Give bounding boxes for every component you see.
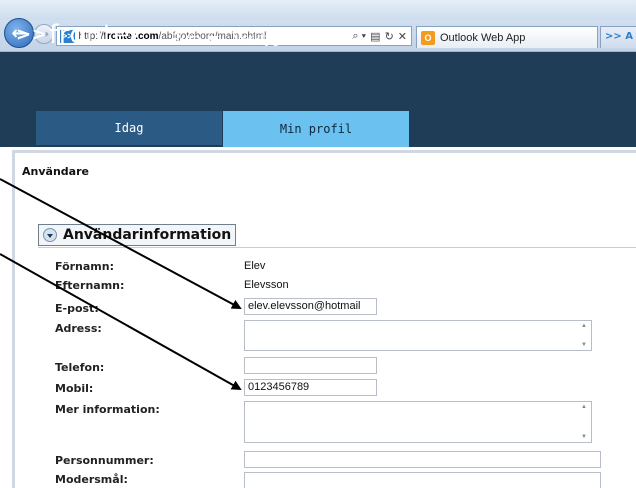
- address-field[interactable]: ▲ ▼: [244, 320, 592, 351]
- logo-text: fronter: [49, 20, 142, 50]
- scroll-down-icon: ▼: [581, 342, 587, 348]
- personnummer-field[interactable]: [244, 451, 601, 468]
- group-title: Användarinformation: [63, 227, 232, 243]
- label-modersmal: Modersmål:: [55, 473, 128, 486]
- phone-field[interactable]: [244, 357, 377, 374]
- label-mer-information: Mer information:: [55, 403, 160, 416]
- page-title: Användare: [22, 165, 89, 178]
- fronter-logo[interactable]: >>fronter: [16, 20, 141, 50]
- menu-rum-label: Rum: [171, 30, 201, 46]
- logo-arrows-icon: >>: [16, 24, 48, 45]
- stop-icon[interactable]: ✕: [398, 30, 407, 43]
- label-efternamn: Efternamn:: [55, 279, 125, 292]
- browser-tab-outlook[interactable]: O Outlook Web App: [416, 26, 598, 48]
- compatibility-icon[interactable]: ▤: [370, 30, 380, 43]
- chevron-down-icon: [285, 35, 298, 43]
- label-fornamn: Förnamn:: [55, 260, 114, 273]
- scroll-up-icon: ▲: [581, 323, 587, 329]
- scrollbar[interactable]: ▲ ▼: [579, 323, 589, 348]
- outlook-icon: O: [421, 30, 435, 45]
- label-epost: E-post:: [55, 302, 99, 315]
- group-header: Användarinformation: [38, 224, 636, 248]
- label-telefon: Telefon:: [55, 361, 105, 374]
- menu-verktyg-label: Verktyg: [233, 30, 280, 46]
- chevron-down-icon: [206, 35, 219, 43]
- group-toggle[interactable]: Användarinformation: [38, 224, 237, 246]
- label-adress: Adress:: [55, 322, 102, 335]
- browser-tab-next[interactable]: >> A: [600, 26, 636, 48]
- email-field[interactable]: elev.elevsson@hotmail: [244, 298, 377, 315]
- tab-min-profil[interactable]: Min profil: [223, 111, 409, 147]
- address-tools: ⌕ ▾ ▤ ↻ ✕: [352, 30, 411, 43]
- scroll-down-icon: ▼: [581, 434, 587, 440]
- scroll-up-icon: ▲: [581, 404, 587, 410]
- label-personnummer: Personnummer:: [55, 454, 154, 467]
- value-fornamn: Elev: [244, 260, 266, 272]
- label-mobil: Mobil:: [55, 382, 94, 395]
- menu-verktyg[interactable]: Verktyg: [233, 30, 298, 46]
- browser-tab-label: Outlook Web App: [440, 31, 526, 44]
- tab-idag[interactable]: Idag: [36, 111, 222, 145]
- browser-title-strip: [0, 0, 636, 20]
- more-info-field[interactable]: ▲ ▼: [244, 401, 592, 443]
- collapse-toggle-icon[interactable]: [43, 228, 57, 242]
- mobile-field[interactable]: 0123456789: [244, 379, 377, 396]
- modersmal-field[interactable]: [244, 472, 601, 488]
- search-icon[interactable]: ⌕ ▾: [352, 30, 366, 43]
- value-efternamn: Elevsson: [244, 279, 289, 291]
- refresh-icon[interactable]: ↻: [385, 30, 394, 43]
- menu-rum[interactable]: Rum: [171, 30, 219, 46]
- scrollbar[interactable]: ▲ ▼: [579, 404, 589, 440]
